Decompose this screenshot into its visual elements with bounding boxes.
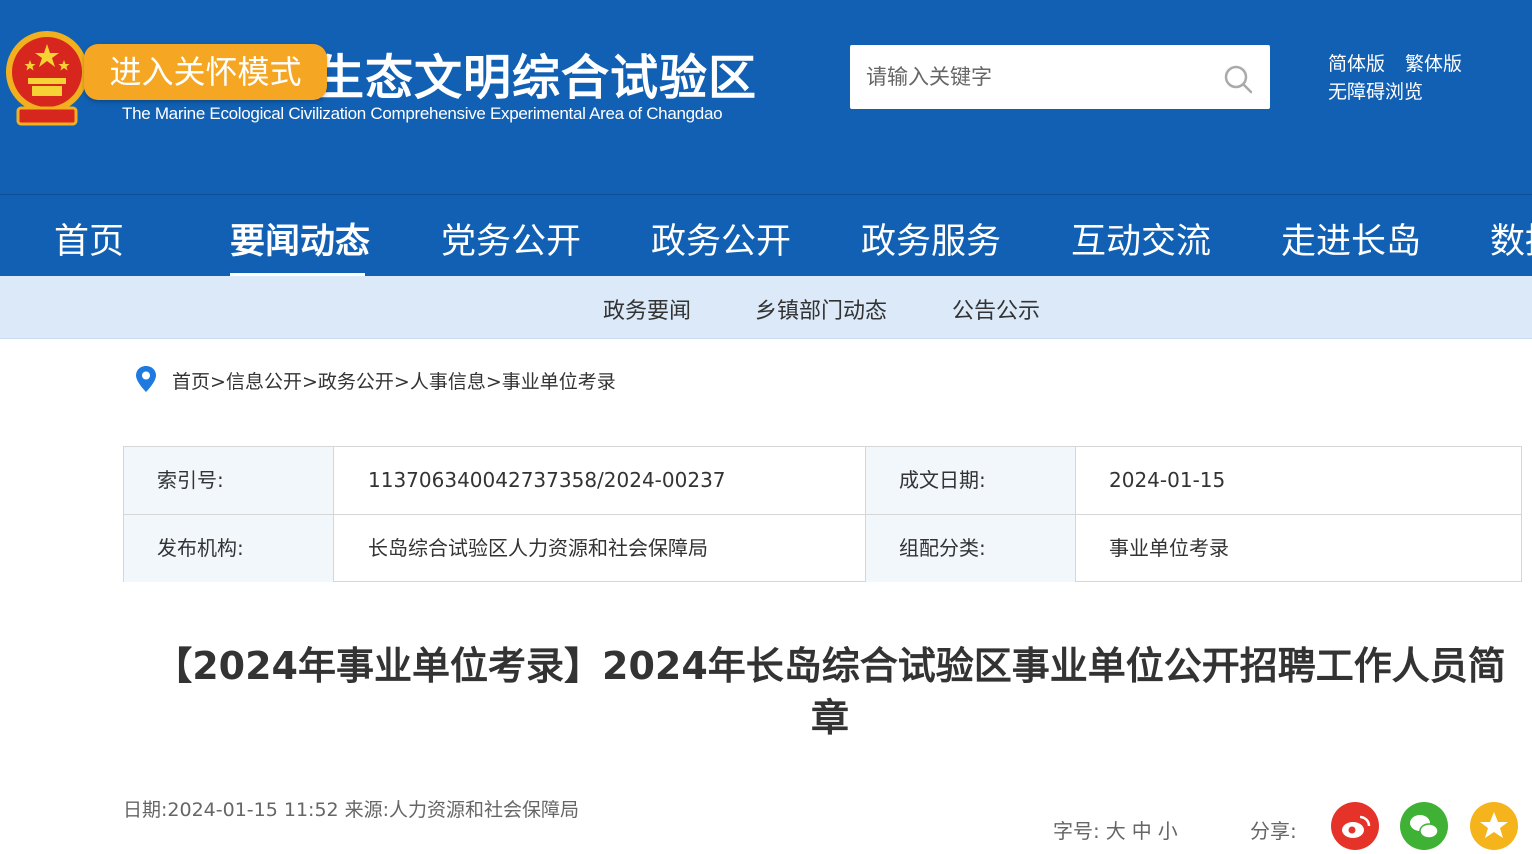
font-size-selector: 字号: 大中小 (1053, 815, 1178, 844)
font-size-small[interactable]: 小 (1158, 819, 1178, 843)
nav-government-services[interactable]: 政务服务 (861, 213, 1001, 264)
breadcrumb-home[interactable]: 首页 (172, 371, 210, 393)
breadcrumb-current[interactable]: 事业单位考录 (502, 371, 616, 393)
breadcrumb-separator: > (485, 371, 502, 393)
document-info-table: 索引号: 113706340042737358/2024-00237 成文日期:… (123, 446, 1522, 582)
wechat-share-icon[interactable] (1400, 802, 1448, 850)
weibo-icon (1342, 815, 1371, 838)
font-size-label: 字号: (1053, 819, 1100, 843)
weibo-share-icon[interactable] (1331, 802, 1379, 850)
publisher-value: 长岛综合试验区人力资源和社会保障局 (368, 536, 708, 560)
article-title: 【2024年事业单位考录】2024年长岛综合试验区事业单位公开招聘工作人员简章 (154, 644, 1506, 740)
language-links: 简体版 繁体版 无障碍浏览 (1328, 50, 1462, 106)
wechat-icon (1410, 815, 1439, 839)
font-size-medium[interactable]: 中 (1132, 819, 1152, 843)
breadcrumb-separator: > (301, 371, 318, 393)
nav-news[interactable]: 要闻动态 (230, 213, 370, 264)
index-number-value: 113706340042737358/2024-00237 (368, 468, 726, 492)
nav-about-changdao[interactable]: 走进长岛 (1281, 213, 1421, 264)
subnav-town-department-news[interactable]: 乡镇部门动态 (755, 293, 887, 325)
date-label: 成文日期: (866, 447, 1075, 514)
sub-nav: 政务要闻 乡镇部门动态 公告公示 (0, 276, 1532, 339)
simplified-chinese-link[interactable]: 简体版 (1328, 53, 1385, 75)
main-nav: 首页 要闻动态 党务公开 政务公开 政务服务 互动交流 走进长岛 数据开放 (0, 194, 1532, 277)
star-icon (1480, 812, 1508, 838)
nav-government-affairs[interactable]: 政务公开 (651, 213, 791, 264)
category-label: 组配分类: (866, 515, 1075, 582)
search-box (850, 45, 1270, 109)
table-divider (124, 514, 1521, 515)
search-icon[interactable] (1222, 63, 1254, 95)
font-size-large[interactable]: 大 (1106, 819, 1126, 843)
nav-home[interactable]: 首页 (54, 213, 124, 264)
care-mode-button[interactable]: 进入关怀模式 (84, 44, 327, 100)
subnav-announcements[interactable]: 公告公示 (952, 293, 1040, 325)
subnav-government-news[interactable]: 政务要闻 (603, 293, 691, 325)
publisher-label: 发布机构: (124, 515, 333, 582)
search-input[interactable] (850, 45, 1226, 109)
share-label: 分享: (1250, 819, 1297, 843)
qzone-share-icon[interactable] (1470, 802, 1518, 850)
site-header: 长岛海洋生态文明综合试验区 The Marine Ecological Civi… (0, 0, 1532, 194)
nav-interaction[interactable]: 互动交流 (1071, 213, 1211, 264)
category-value: 事业单位考录 (1109, 536, 1229, 560)
nav-data-open[interactable]: 数据开放 (1490, 213, 1532, 264)
article-meta: 日期:2024-01-15 11:52 来源:人力资源和社会保障局 (123, 799, 580, 821)
accessible-browse-link[interactable]: 无障碍浏览 (1328, 81, 1423, 103)
breadcrumb-separator: > (393, 371, 410, 393)
site-subtitle: The Marine Ecological Civilization Compr… (122, 104, 723, 123)
breadcrumb-government-public[interactable]: 政务公开 (318, 371, 394, 393)
date-value: 2024-01-15 (1109, 468, 1226, 492)
traditional-chinese-link[interactable]: 繁体版 (1405, 53, 1462, 75)
location-pin-icon (136, 366, 156, 392)
index-number-label: 索引号: (124, 447, 333, 514)
nav-party-affairs[interactable]: 党务公开 (441, 213, 581, 264)
national-emblem-icon (6, 31, 88, 126)
breadcrumb-personnel-info[interactable]: 人事信息 (410, 371, 486, 393)
breadcrumb-separator: > (210, 371, 226, 393)
breadcrumb-info-public[interactable]: 信息公开 (226, 371, 302, 393)
